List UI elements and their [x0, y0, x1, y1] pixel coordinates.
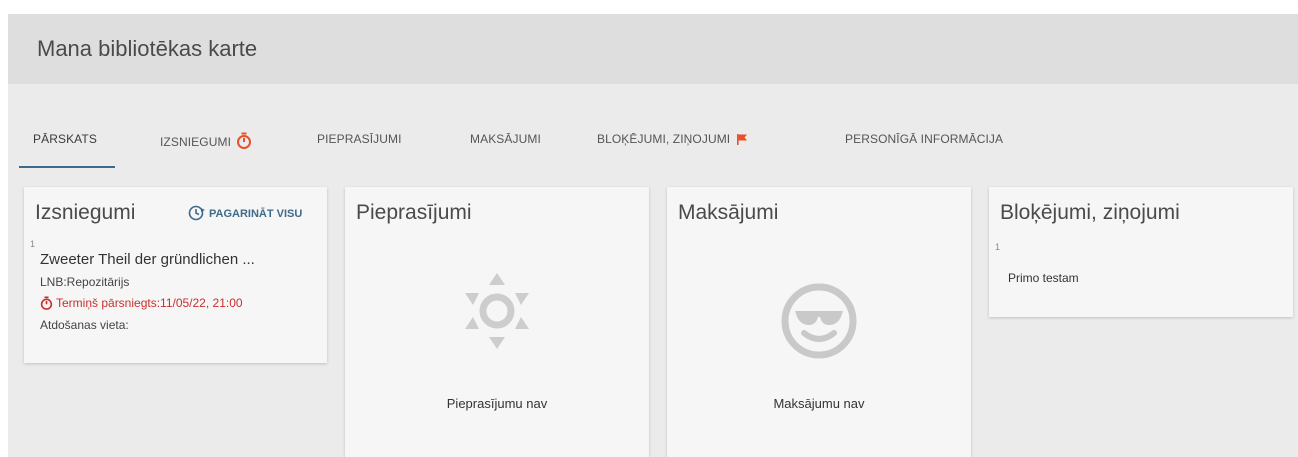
- fines-empty-text: Maksājumu nav: [773, 396, 865, 411]
- blocks-messages-card: Bloķējumi, ziņojumi 1 Primo testam: [989, 187, 1293, 317]
- library-card-page: Mana bibliotēkas karte PĀRSKATS IZSNIEGU…: [8, 14, 1298, 457]
- tab-bar: PĀRSKATS IZSNIEGUMI PIEPRASĪJUMI MAKSĀJU…: [8, 112, 1298, 168]
- sunglasses-smiley-icon: [781, 283, 857, 359]
- page-header: Mana bibliotēkas karte: [8, 14, 1298, 84]
- renew-clock-icon: [188, 205, 205, 221]
- blocks-messages-card-title[interactable]: Bloķējumi, ziņojumi: [1000, 201, 1180, 225]
- loan-item-number: 1: [30, 239, 36, 249]
- tab-fines[interactable]: MAKSĀJUMI: [470, 112, 541, 168]
- message-item-text: Primo testam: [1008, 271, 1079, 285]
- loan-item-due: Termiņš pārsniegts:11/05/22, 21:00: [56, 296, 243, 310]
- tab-label: PERSONĪGĀ INFORMĀCIJA: [845, 132, 1004, 146]
- requests-empty-text: Pieprasījumu nav: [446, 396, 548, 411]
- loan-item-return-location: Atdošanas vieta:: [40, 318, 129, 332]
- tab-blocks-messages[interactable]: BLOĶĒJUMI, ZIŅOJUMI: [597, 112, 748, 168]
- tab-overview[interactable]: PĀRSKATS: [19, 112, 115, 168]
- tab-label: BLOĶĒJUMI, ZIŅOJUMI: [597, 132, 731, 146]
- tab-label: IZSNIEGUMI: [160, 135, 232, 149]
- overdue-timer-icon: [40, 296, 53, 310]
- page-title: Mana bibliotēkas karte: [37, 36, 258, 61]
- tab-loans[interactable]: IZSNIEGUMI: [160, 112, 252, 168]
- loan-item-title[interactable]: Zweeter Theil der gründlichen ...: [40, 251, 255, 268]
- flag-icon: [736, 133, 748, 149]
- requests-card-title[interactable]: Pieprasījumi: [356, 201, 472, 225]
- fines-card: Maksājumi Maksājumu nav: [667, 187, 971, 457]
- loans-card-title[interactable]: Izsniegumi: [35, 201, 135, 225]
- tab-personal-info[interactable]: PERSONĪGĀ INFORMĀCIJA: [845, 112, 1003, 168]
- renew-all-label: PAGARINĀT VISU: [209, 208, 303, 220]
- loans-card: Izsniegumi PAGARINĀT VISU 1 Zweeter Thei…: [24, 187, 327, 363]
- tab-label: MAKSĀJUMI: [470, 132, 541, 146]
- message-item-number: 1: [995, 242, 1001, 252]
- loan-item-due-status: Termiņš pārsniegts:11/05/22, 21:00: [40, 296, 243, 310]
- renew-all-button[interactable]: PAGARINĀT VISU: [188, 205, 328, 221]
- fines-card-title[interactable]: Maksājumi: [678, 201, 778, 225]
- tab-requests[interactable]: PIEPRASĪJUMI: [317, 112, 402, 168]
- tab-label: PĀRSKATS: [33, 132, 97, 146]
- sun-icon: [465, 273, 529, 349]
- requests-card: Pieprasījumi Pieprasījumu nav: [345, 187, 649, 457]
- timer-icon: [236, 132, 252, 152]
- tab-label: PIEPRASĪJUMI: [317, 132, 402, 146]
- loan-item-library: LNB:Repozitārijs: [40, 275, 130, 289]
